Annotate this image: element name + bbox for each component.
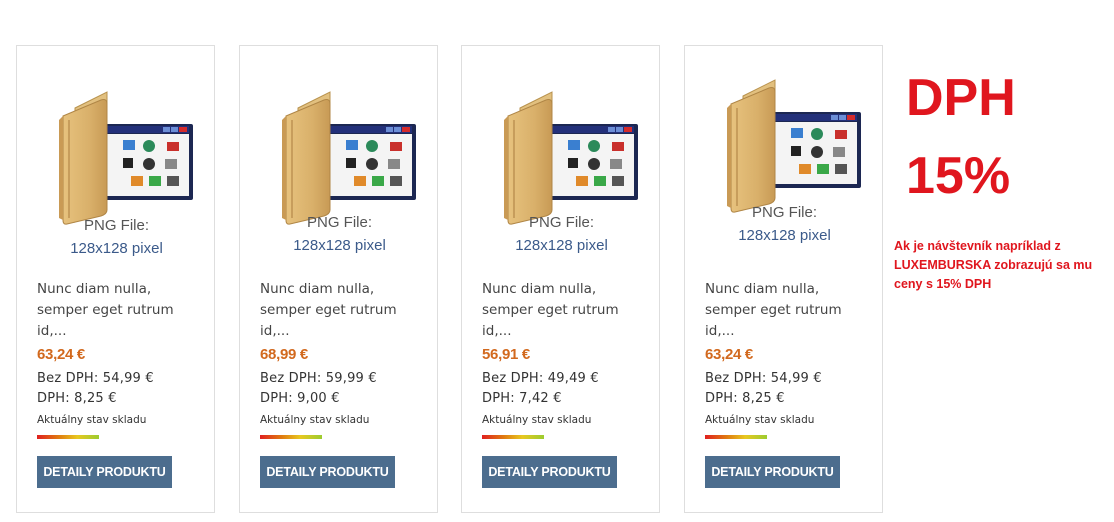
product-price: 63,24 € <box>37 346 85 363</box>
vat-amount: DPH: 8,25 € <box>37 391 117 406</box>
product-detail-button[interactable]: DETAILY PRODUKTU <box>705 456 840 488</box>
vat-amount: DPH: 7,42 € <box>482 391 562 406</box>
product-price: 56,91 € <box>482 346 530 363</box>
product-detail-button[interactable]: DETAILY PRODUKTU <box>37 456 172 488</box>
product-thumbnail[interactable] <box>45 86 195 226</box>
stock-label: Aktuálny stav skladu <box>260 414 370 426</box>
stock-bar <box>260 435 322 439</box>
file-type: PNG File: <box>83 217 149 234</box>
folder-with-window-icon <box>490 86 640 226</box>
file-size: 128x128 pixel <box>70 240 163 257</box>
price-without-vat: Bez DPH: 54,99 € <box>37 371 154 386</box>
product-card[interactable]: PNG File: 128x128 pixel Nunc diam nulla,… <box>239 45 438 513</box>
product-card[interactable]: PNG File: 128x128 pixel Nunc diam nulla,… <box>16 45 215 513</box>
stock-bar <box>705 435 767 439</box>
product-description: Nunc diam nulla, semper eget rutrum id,.… <box>37 281 174 339</box>
tax-banner-rate: 15% <box>906 147 1011 205</box>
product-thumbnail[interactable] <box>713 74 863 214</box>
file-type: PNG File: <box>751 204 817 221</box>
product-thumbnail[interactable] <box>490 86 640 226</box>
stock-bar <box>482 435 544 439</box>
tax-banner-title: DPH <box>906 69 1016 127</box>
product-detail-button[interactable]: DETAILY PRODUKTU <box>482 456 617 488</box>
file-size: 128x128 pixel <box>738 227 831 244</box>
stock-label: Aktuálny stav skladu <box>482 414 592 426</box>
product-description: Nunc diam nulla, semper eget rutrum id,.… <box>260 281 397 339</box>
file-size: 128x128 pixel <box>515 237 608 254</box>
folder-with-window-icon <box>45 86 195 226</box>
stock-bar <box>37 435 99 439</box>
product-price: 68,99 € <box>260 346 308 363</box>
folder-with-window-icon <box>713 74 863 214</box>
stock-label: Aktuálny stav skladu <box>705 414 815 426</box>
product-description: Nunc diam nulla, semper eget rutrum id,.… <box>482 281 619 339</box>
vat-amount: DPH: 9,00 € <box>260 391 340 406</box>
tax-banner-note: Ak je návštevník napríklad z LUXEMBURSKA… <box>894 239 1093 291</box>
file-type: PNG File: <box>528 214 594 231</box>
price-without-vat: Bez DPH: 49,49 € <box>482 371 599 386</box>
product-description: Nunc diam nulla, semper eget rutrum id,.… <box>705 281 842 339</box>
file-size: 128x128 pixel <box>293 237 386 254</box>
product-card[interactable]: PNG File: 128x128 pixel Nunc diam nulla,… <box>461 45 660 513</box>
price-without-vat: Bez DPH: 54,99 € <box>705 371 822 386</box>
vat-amount: DPH: 8,25 € <box>705 391 785 406</box>
file-type: PNG File: <box>306 214 372 231</box>
stock-label: Aktuálny stav skladu <box>37 414 147 426</box>
folder-with-window-icon <box>268 86 418 226</box>
product-thumbnail[interactable] <box>268 86 418 226</box>
product-card[interactable]: PNG File: 128x128 pixel Nunc diam nulla,… <box>684 45 883 513</box>
product-price: 63,24 € <box>705 346 753 363</box>
product-detail-button[interactable]: DETAILY PRODUKTU <box>260 456 395 488</box>
price-without-vat: Bez DPH: 59,99 € <box>260 371 377 386</box>
